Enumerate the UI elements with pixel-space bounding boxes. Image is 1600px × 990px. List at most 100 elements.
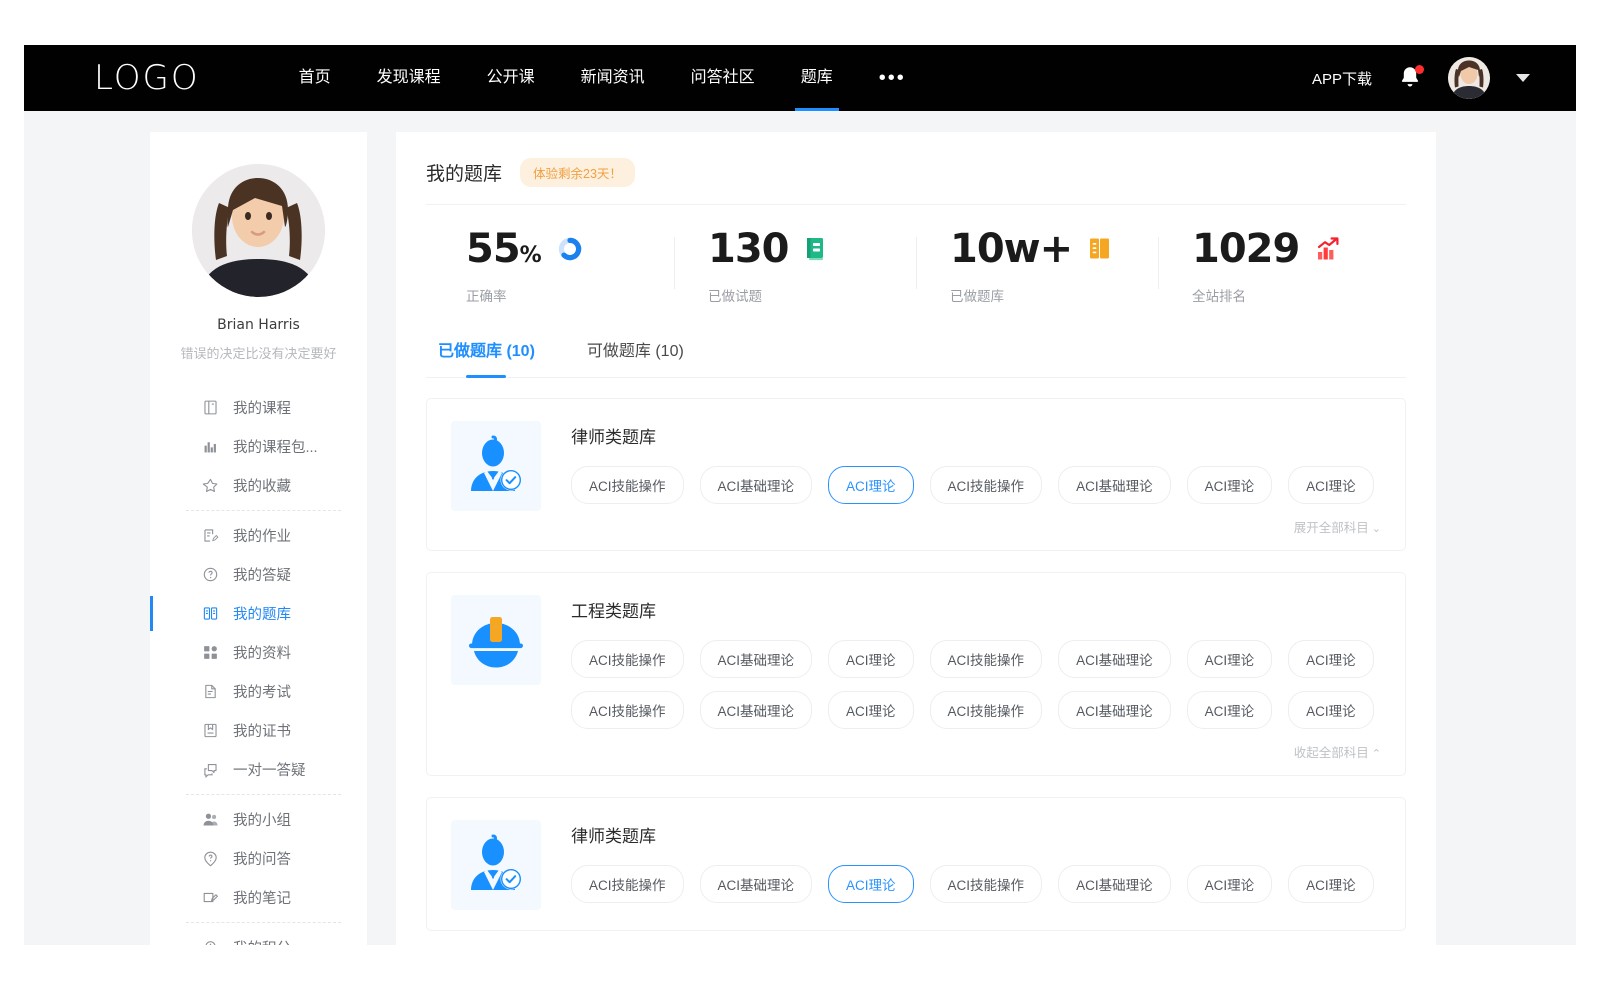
subject-chip[interactable]: ACI理论	[1288, 865, 1374, 903]
subject-chip[interactable]: ACI理论	[1187, 865, 1273, 903]
subject-chip[interactable]: ACI技能操作	[571, 640, 684, 678]
app-download-link[interactable]: APP下载	[1312, 68, 1372, 89]
sidebar-item-16[interactable]: 我的积分	[150, 928, 367, 945]
subject-chip[interactable]: ACI基础理论	[700, 691, 813, 729]
subject-chip[interactable]: ACI技能操作	[930, 865, 1043, 903]
subject-chip[interactable]: ACI理论	[1288, 640, 1374, 678]
question-bank-card: 律师类题库 ACI技能操作 ACI基础理论 ACI理论 ACI技能操作 ACI基础理论 AC…	[426, 797, 1406, 931]
star-icon	[202, 477, 219, 494]
orange-book-icon	[1088, 235, 1114, 263]
toggle-subjects-label: 收起全部科目	[1294, 746, 1369, 760]
stat-value: 130	[708, 229, 789, 269]
subject-chip[interactable]: ACI理论	[1187, 640, 1273, 678]
homework-icon	[202, 527, 219, 544]
subject-chip[interactable]: ACI基础理论	[1058, 691, 1171, 729]
subject-chip[interactable]: ACI技能操作	[571, 865, 684, 903]
notification-bell-button[interactable]	[1398, 65, 1422, 91]
main-panel: 我的题库 体验剩余23天！ 55%正确率130已做试题10w+已做题库1029全…	[396, 132, 1436, 945]
question-bank-card: 律师类题库ACI技能操作ACI基础理论ACI理论ACI技能操作ACI基础理论AC…	[426, 398, 1406, 551]
subject-chip[interactable]: ACI理论	[1187, 691, 1273, 729]
stats-row: 55%正确率130已做试题10w+已做题库1029全站排名	[426, 229, 1406, 305]
nav-item-0[interactable]: 首页	[276, 45, 354, 111]
sidebar-item-label: 我的课程包...	[233, 436, 318, 457]
files-icon	[202, 644, 219, 661]
subject-chip[interactable]: ACI理论	[828, 466, 914, 504]
subject-chip[interactable]: ACI技能操作	[930, 640, 1043, 678]
sidebar-item-10[interactable]: 一对一答疑	[150, 750, 367, 789]
app-page: LOGO 首页发现课程公开课新闻资讯问答社区题库••• APP下载	[24, 45, 1576, 945]
profile-avatar-image	[192, 164, 325, 297]
profile-name: Brian Harris	[150, 317, 367, 333]
stat-card-0: 55%正确率	[432, 229, 674, 305]
subject-chip[interactable]: ACI技能操作	[571, 691, 684, 729]
nav-item-4[interactable]: 问答社区	[668, 45, 778, 111]
subject-chip[interactable]: ACI基础理论	[1058, 640, 1171, 678]
sidebar: Brian Harris 错误的决定比没有决定要好 我的课程我的课程包...我的…	[150, 132, 367, 945]
group-icon	[202, 811, 219, 828]
nav-item-5[interactable]: 题库	[778, 45, 856, 111]
sidebar-item-13[interactable]: 我的问答	[150, 839, 367, 878]
subject-chip[interactable]: ACI基础理论	[700, 466, 813, 504]
chevron-toggle-icon: ⌃	[1372, 748, 1381, 760]
sidebar-item-4[interactable]: 我的作业	[150, 516, 367, 555]
stat-value: 55%	[466, 229, 541, 269]
sidebar-item-8[interactable]: 我的考试	[150, 672, 367, 711]
sidebar-item-label: 我的答疑	[233, 564, 291, 585]
page-title: 我的题库	[426, 159, 502, 186]
stat-label: 已做题库	[950, 285, 1158, 305]
card-body: 工程类题库 ACI技能操作 ACI基础理论 ACI理论 ACI技能操作 ACI基础理论 AC…	[571, 595, 1381, 761]
nav-item-2[interactable]: 公开课	[464, 45, 558, 111]
subject-chip[interactable]: ACI技能操作	[571, 466, 684, 504]
subject-chip[interactable]: ACI理论	[1288, 466, 1374, 504]
subject-chip[interactable]: ACI理论	[828, 691, 914, 729]
avatar[interactable]	[1448, 57, 1490, 99]
sidebar-item-1[interactable]: 我的课程包...	[150, 427, 367, 466]
stat-number: 55	[466, 226, 520, 272]
stat-suffix: %	[520, 243, 541, 268]
toggle-subjects-link[interactable]: 收起全部科目⌃	[571, 742, 1381, 761]
card-title: 工程类题库	[571, 597, 1381, 622]
sidebar-item-14[interactable]: 我的笔记	[150, 878, 367, 917]
stat-value: 1029	[1192, 229, 1299, 269]
subject-chip[interactable]: ACI理论	[828, 640, 914, 678]
subject-chip[interactable]: ACI技能操作	[930, 691, 1043, 729]
card-title: 律师类题库	[571, 822, 1381, 847]
stat-card-2: 10w+ 已做题库	[916, 229, 1158, 305]
sidebar-item-5[interactable]: 我的答疑	[150, 555, 367, 594]
toggle-subjects-label: 展开全部科目	[1294, 521, 1369, 535]
user-avatar-image	[1448, 57, 1490, 99]
sidebar-item-6[interactable]: 我的题库	[150, 594, 367, 633]
nav-item-6[interactable]: •••	[856, 45, 929, 111]
bar-chart-icon	[202, 438, 219, 455]
subject-chip[interactable]: ACI理论	[1288, 691, 1374, 729]
subject-chip[interactable]: ACI基础理论	[1058, 466, 1171, 504]
subject-chip[interactable]: ACI理论	[1187, 466, 1273, 504]
nav-item-1[interactable]: 发现课程	[354, 45, 464, 111]
sidebar-item-9[interactable]: 我的证书	[150, 711, 367, 750]
tab-1[interactable]: 可做题库 (10)	[587, 337, 684, 377]
sidebar-item-0[interactable]: 我的课程	[150, 388, 367, 427]
certificate-icon	[202, 722, 219, 739]
sidebar-item-2[interactable]: 我的收藏	[150, 466, 367, 505]
profile-avatar	[192, 164, 325, 297]
stat-value: 10w+	[950, 229, 1072, 269]
subject-chip[interactable]: ACI基础理论	[700, 640, 813, 678]
tab-0[interactable]: 已做题库 (10)	[438, 337, 535, 377]
sidebar-separator	[186, 510, 341, 511]
trial-status-badge: 体验剩余23天！	[520, 158, 635, 187]
stat-top: 130	[708, 229, 916, 269]
subject-chip[interactable]: ACI基础理论	[700, 865, 813, 903]
sidebar-item-label: 我的作业	[233, 525, 291, 546]
sidebar-item-label: 我的收藏	[233, 475, 291, 496]
chevron-down-icon[interactable]	[1516, 74, 1530, 82]
subject-chip[interactable]: ACI技能操作	[930, 466, 1043, 504]
site-logo[interactable]: LOGO	[94, 58, 200, 98]
question-bank-list: 律师类题库 ACI技能操作 ACI基础理论 ACI理论 ACI技能操作 ACI基础理论 AC…	[426, 398, 1406, 931]
subject-chip[interactable]: ACI基础理论	[1058, 865, 1171, 903]
subject-chip[interactable]: ACI理论	[828, 865, 914, 903]
sidebar-item-7[interactable]: 我的资料	[150, 633, 367, 672]
nav-item-3[interactable]: 新闻资讯	[558, 45, 668, 111]
sidebar-item-12[interactable]: 我的小组	[150, 800, 367, 839]
toggle-subjects-link[interactable]: 展开全部科目⌄	[571, 517, 1381, 536]
stat-top: 55%	[466, 229, 674, 269]
